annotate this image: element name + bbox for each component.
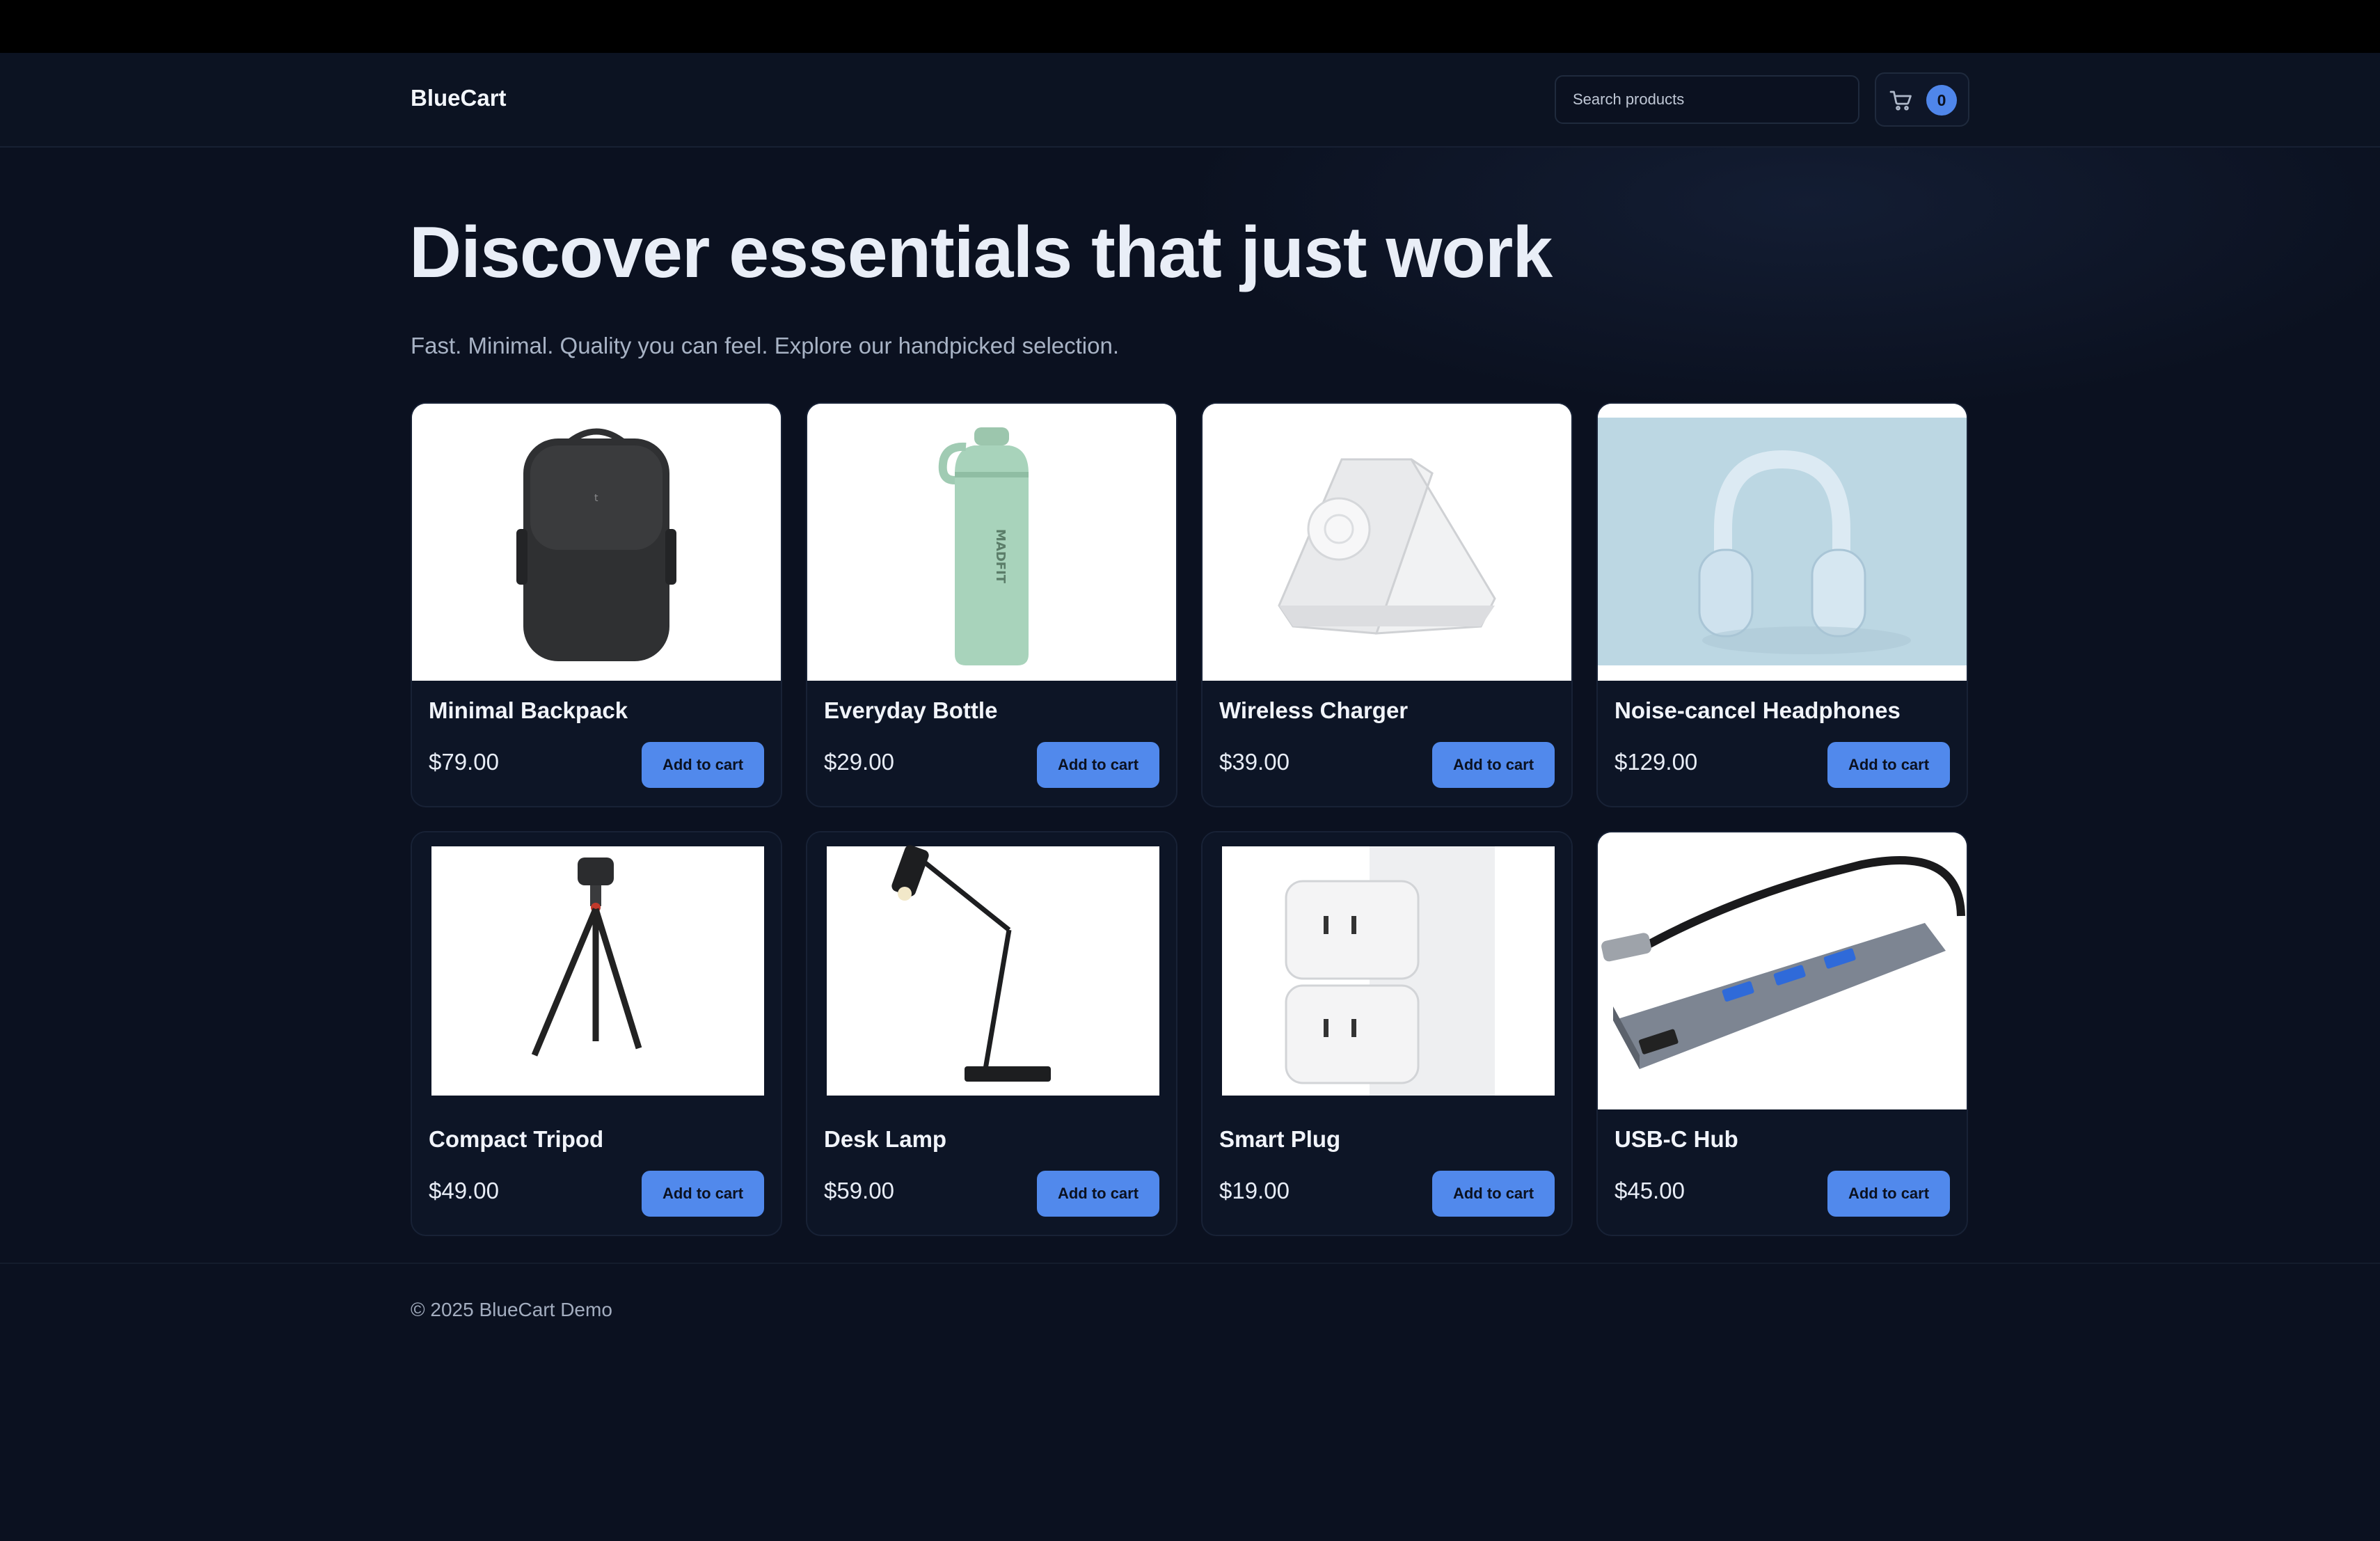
product-price: $29.00 xyxy=(824,749,894,775)
add-to-cart-button[interactable]: Add to cart xyxy=(1432,742,1555,788)
product-price: $49.00 xyxy=(429,1178,499,1203)
product-name[interactable]: Compact Tripod xyxy=(429,1126,603,1153)
cart-icon xyxy=(1889,90,1912,111)
add-to-cart-button[interactable]: Add to cart xyxy=(642,742,764,788)
product-name[interactable]: Smart Plug xyxy=(1219,1126,1340,1153)
hub-image[interactable] xyxy=(1598,832,1967,1109)
hero-title: Discover essentials that just work xyxy=(409,212,1553,293)
svg-text:t: t xyxy=(594,493,598,504)
product-price: $59.00 xyxy=(824,1178,894,1203)
product-name[interactable]: USB-C Hub xyxy=(1615,1126,1738,1153)
product-card[interactable]: Compact Tripod $49.00 Add to cart xyxy=(411,831,782,1236)
footer-divider xyxy=(0,1263,2380,1264)
backpack-image[interactable]: t xyxy=(412,404,781,681)
product-card[interactable]: Desk Lamp $59.00 Add to cart xyxy=(806,831,1177,1236)
charger-image[interactable] xyxy=(1203,404,1571,681)
product-price: $79.00 xyxy=(429,749,499,775)
cart-count-badge: 0 xyxy=(1926,85,1957,116)
add-to-cart-button[interactable]: Add to cart xyxy=(1827,742,1950,788)
product-card[interactable]: Wireless Charger $39.00 Add to cart xyxy=(1201,402,1573,807)
search-input[interactable] xyxy=(1555,75,1859,124)
os-top-bar xyxy=(0,0,2380,53)
plug-image[interactable] xyxy=(1203,832,1571,1109)
product-price: $19.00 xyxy=(1219,1178,1290,1203)
product-card[interactable]: Smart Plug $19.00 Add to cart xyxy=(1201,831,1573,1236)
footer-copyright: © 2025 BlueCart Demo xyxy=(411,1299,612,1320)
product-price: $39.00 xyxy=(1219,749,1290,775)
add-to-cart-button[interactable]: Add to cart xyxy=(1432,1171,1555,1217)
brand-logo[interactable]: BlueCart xyxy=(411,85,507,111)
tripod-image[interactable] xyxy=(412,832,781,1109)
add-to-cart-button[interactable]: Add to cart xyxy=(1827,1171,1950,1217)
add-to-cart-button[interactable]: Add to cart xyxy=(1037,1171,1159,1217)
product-card[interactable]: t Minimal Backpack $79.00 Add to cart xyxy=(411,402,782,807)
add-to-cart-button[interactable]: Add to cart xyxy=(642,1171,764,1217)
product-name[interactable]: Everyday Bottle xyxy=(824,697,997,724)
product-name[interactable]: Noise-cancel Headphones xyxy=(1615,697,1901,724)
bottle-image[interactable]: MADFIT xyxy=(807,404,1176,681)
cart-button[interactable]: 0 xyxy=(1875,72,1969,127)
product-name[interactable]: Minimal Backpack xyxy=(429,697,628,724)
svg-text:MADFIT: MADFIT xyxy=(993,529,1008,584)
product-card[interactable]: Noise-cancel Headphones $129.00 Add to c… xyxy=(1596,402,1968,807)
site-header: BlueCart 0 xyxy=(0,53,2380,148)
product-name[interactable]: Wireless Charger xyxy=(1219,697,1408,724)
hero-subtitle: Fast. Minimal. Quality you can feel. Exp… xyxy=(411,333,1120,358)
product-price: $45.00 xyxy=(1615,1178,1685,1203)
product-price: $129.00 xyxy=(1615,749,1698,775)
add-to-cart-button[interactable]: Add to cart xyxy=(1037,742,1159,788)
lamp-image[interactable] xyxy=(807,832,1176,1109)
product-name[interactable]: Desk Lamp xyxy=(824,1126,946,1153)
product-card[interactable]: MADFIT Everyday Bottle $29.00 Add to car… xyxy=(806,402,1177,807)
headphones-image[interactable] xyxy=(1598,404,1967,681)
product-card[interactable]: USB-C Hub $45.00 Add to cart xyxy=(1596,831,1968,1236)
